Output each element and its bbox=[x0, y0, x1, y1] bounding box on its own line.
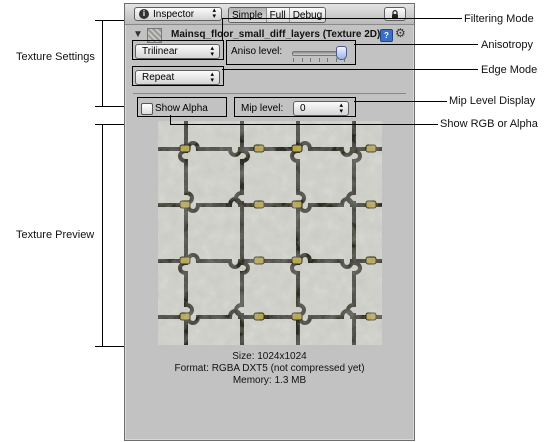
texture-format-text: Format: RGBA DXT5 (not compressed yet) bbox=[174, 363, 365, 374]
mode-simple-button[interactable]: Simple bbox=[229, 8, 267, 22]
section-divider bbox=[133, 93, 406, 94]
callout-mip-level-display: Mip Level Display bbox=[449, 95, 536, 107]
aniso-highlight-box bbox=[226, 40, 356, 65]
inspector-toolbar: i Inspector ▴ ▾ Simple Full Debug bbox=[125, 4, 414, 25]
callout-filtering-mode: Filtering Mode bbox=[464, 13, 534, 25]
gear-icon[interactable]: ⚙ bbox=[395, 26, 406, 40]
texture-memory-text: Memory: 1.3 MB bbox=[232, 375, 307, 386]
leader-show-alpha-h bbox=[170, 124, 438, 125]
mip-highlight-box bbox=[234, 97, 356, 117]
callout-texture-settings: Texture Settings bbox=[16, 51, 95, 63]
texture-preview-image bbox=[158, 121, 382, 345]
wrap-highlight-box bbox=[132, 66, 224, 86]
leader-edge-mode bbox=[222, 69, 478, 70]
leader-filtering-mode-h bbox=[222, 18, 462, 19]
mode-segmented-control: Simple Full Debug bbox=[228, 7, 327, 23]
show-alpha-highlight-box bbox=[137, 97, 227, 117]
mode-full-button[interactable]: Full bbox=[266, 8, 290, 22]
bracket-texture-preview bbox=[102, 124, 103, 346]
chevron-updown-icon: ▴ ▾ bbox=[212, 7, 216, 20]
inspector-label: Inspector bbox=[153, 8, 195, 20]
filter-highlight-box bbox=[132, 40, 224, 60]
bracket-texture-settings bbox=[102, 20, 103, 106]
callout-anisotropy: Anisotropy bbox=[481, 39, 533, 51]
stone-tile-texture bbox=[158, 121, 382, 345]
leader-mip-level bbox=[354, 101, 447, 102]
leader-show-alpha-v bbox=[170, 115, 171, 124]
leader-filtering-mode-v bbox=[222, 18, 223, 41]
texture-title: Mainsq_floor_small_diff_layers (Texture … bbox=[171, 29, 381, 40]
foldout-arrow-icon[interactable]: ▼ bbox=[133, 29, 143, 40]
info-icon: i bbox=[139, 9, 149, 19]
leader-anisotropy bbox=[354, 44, 478, 45]
callout-show-rgb-alpha: Show RGB or Alpha bbox=[440, 118, 538, 130]
texture-size-text: Size: 1024x1024 bbox=[232, 351, 307, 362]
callout-edge-mode: Edge Mode bbox=[481, 64, 538, 76]
help-icon[interactable]: ? bbox=[380, 29, 393, 42]
mode-debug-button[interactable]: Debug bbox=[289, 8, 326, 22]
callout-texture-preview: Texture Preview bbox=[16, 229, 95, 241]
inspector-dropdown[interactable]: i Inspector ▴ ▾ bbox=[134, 7, 222, 21]
